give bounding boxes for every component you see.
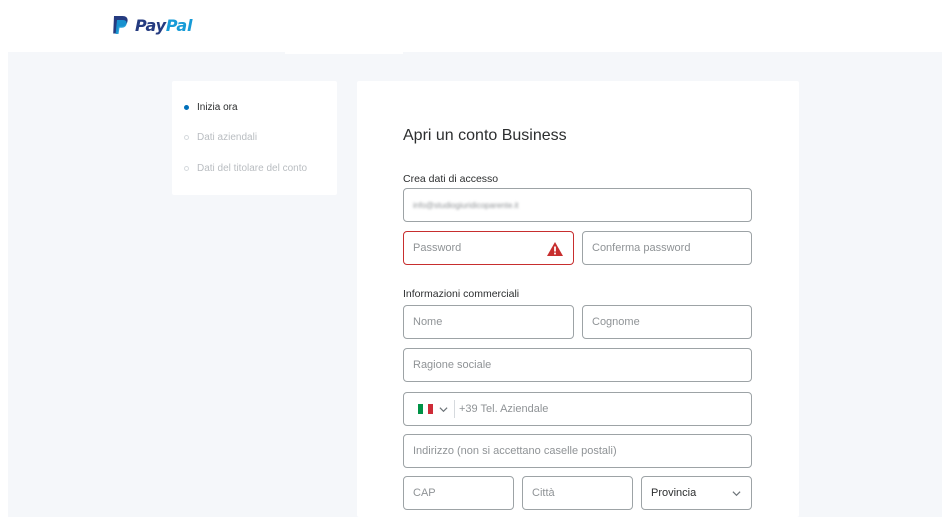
business-section-label: Informazioni commerciali [403,288,520,300]
address-field[interactable]: Indirizzo (non si accettano caselle post… [403,434,752,468]
italy-flag-icon[interactable] [418,404,433,414]
header-tab-strip [285,46,403,54]
city-field[interactable]: Città [522,476,633,510]
paypal-mark-icon [113,16,128,34]
phone-field[interactable]: +39 Tel. Aziendale [403,392,752,426]
step-account-holder: Dati del titolare del conto [184,163,307,174]
step-label: Dati aziendali [197,132,258,143]
page-title: Apri un conto Business [403,127,567,144]
signup-form-card: Apri un conto Business Crea dati di acce… [357,81,799,517]
confirm-password-placeholder: Conferma password [592,242,691,254]
province-select[interactable]: Provincia [641,476,752,510]
chevron-down-icon [732,490,741,496]
first-name-placeholder: Nome [413,316,443,328]
paypal-wordmark: PayPal [135,15,193,35]
confirm-password-field[interactable]: Conferma password [582,231,752,265]
phone-placeholder: +39 Tel. Aziendale [459,403,549,415]
province-value: Provincia [651,487,697,499]
warning-icon [547,242,563,256]
last-name-placeholder: Cognome [592,316,640,328]
first-name-field[interactable]: Nome [403,305,574,339]
step-label: Inizia ora [197,102,238,113]
zip-placeholder: CAP [413,487,436,499]
company-name-field[interactable]: Ragione sociale [403,348,752,382]
address-placeholder: Indirizzo (non si accettano caselle post… [413,445,617,457]
step-dot-icon [184,135,189,140]
step-label: Dati del titolare del conto [197,163,308,174]
last-name-field[interactable]: Cognome [582,305,752,339]
city-placeholder: Città [532,487,555,499]
email-value: info@studiogiuridicoparente.it [413,200,519,210]
step-start-now: Inizia ora [184,102,238,113]
top-bar: PayPal [0,0,950,52]
paypal-logo[interactable]: PayPal [108,13,192,37]
password-placeholder: Password [413,242,462,254]
email-field[interactable]: info@studiogiuridicoparente.it [403,188,752,222]
step-business-data: Dati aziendali [184,132,257,143]
step-dot-icon [184,105,189,110]
access-section-label: Crea dati di accesso [403,173,499,185]
progress-steps: Inizia ora Dati aziendali Dati del titol… [172,81,337,195]
company-placeholder: Ragione sociale [413,359,492,371]
zip-field[interactable]: CAP [403,476,514,510]
step-dot-icon [184,166,189,171]
password-field[interactable]: Password [403,231,574,265]
chevron-down-icon[interactable] [439,405,448,414]
